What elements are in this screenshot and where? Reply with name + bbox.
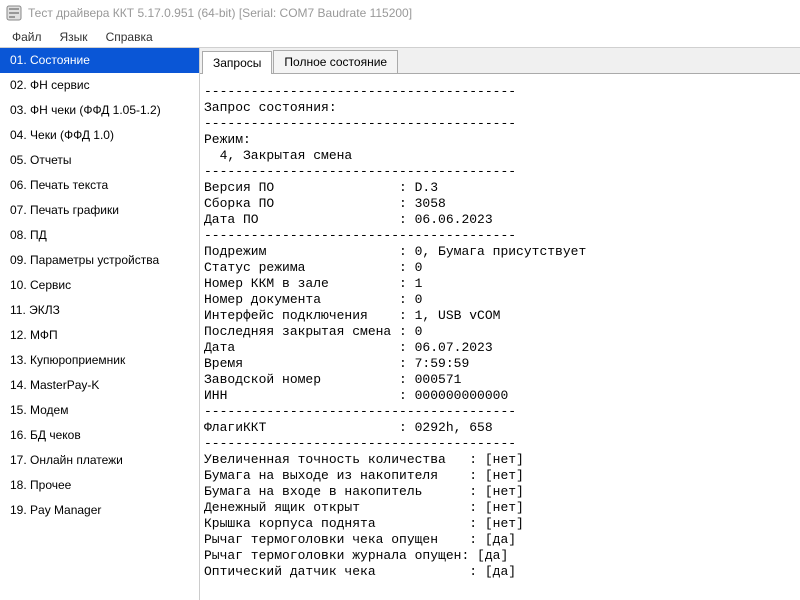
sidebar-item-5[interactable]: 06. Печать текста	[0, 173, 199, 198]
main-area: 01. Состояние02. ФН сервис03. ФН чеки (Ф…	[0, 48, 800, 600]
sidebar-item-16[interactable]: 17. Онлайн платежи	[0, 448, 199, 473]
menu-language[interactable]: Язык	[52, 28, 96, 46]
sidebar-item-7[interactable]: 08. ПД	[0, 223, 199, 248]
sidebar-item-11[interactable]: 12. МФП	[0, 323, 199, 348]
titlebar: Тест драйвера ККТ 5.17.0.951 (64-bit) [S…	[0, 0, 800, 26]
sidebar-item-1[interactable]: 02. ФН сервис	[0, 73, 199, 98]
sidebar-item-2[interactable]: 03. ФН чеки (ФФД 1.05-1.2)	[0, 98, 199, 123]
sidebar-item-9[interactable]: 10. Сервис	[0, 273, 199, 298]
sidebar-item-3[interactable]: 04. Чеки (ФФД 1.0)	[0, 123, 199, 148]
sidebar-item-18[interactable]: 19. Pay Manager	[0, 498, 199, 523]
app-icon	[6, 5, 22, 21]
sidebar-item-4[interactable]: 05. Отчеты	[0, 148, 199, 173]
sidebar-item-10[interactable]: 11. ЭКЛЗ	[0, 298, 199, 323]
sidebar-item-17[interactable]: 18. Прочее	[0, 473, 199, 498]
content: ЗапросыПолное состояние ----------------…	[200, 48, 800, 600]
sidebar-item-14[interactable]: 15. Модем	[0, 398, 199, 423]
sidebar-item-15[interactable]: 16. БД чеков	[0, 423, 199, 448]
sidebar-item-13[interactable]: 14. MasterPay-K	[0, 373, 199, 398]
tab-0[interactable]: Запросы	[202, 51, 272, 74]
sidebar-item-8[interactable]: 09. Параметры устройства	[0, 248, 199, 273]
menu-help[interactable]: Справка	[98, 28, 161, 46]
menu-file[interactable]: Файл	[4, 28, 50, 46]
sidebar-item-12[interactable]: 13. Купюроприемник	[0, 348, 199, 373]
output-panel: ----------------------------------------…	[200, 74, 800, 600]
tabs: ЗапросыПолное состояние	[200, 48, 800, 74]
output-text: ----------------------------------------…	[204, 84, 796, 580]
window-title: Тест драйвера ККТ 5.17.0.951 (64-bit) [S…	[28, 6, 412, 20]
sidebar-item-6[interactable]: 07. Печать графики	[0, 198, 199, 223]
sidebar: 01. Состояние02. ФН сервис03. ФН чеки (Ф…	[0, 48, 200, 600]
sidebar-item-0[interactable]: 01. Состояние	[0, 48, 199, 73]
menubar: Файл Язык Справка	[0, 26, 800, 48]
tab-1[interactable]: Полное состояние	[273, 50, 398, 73]
